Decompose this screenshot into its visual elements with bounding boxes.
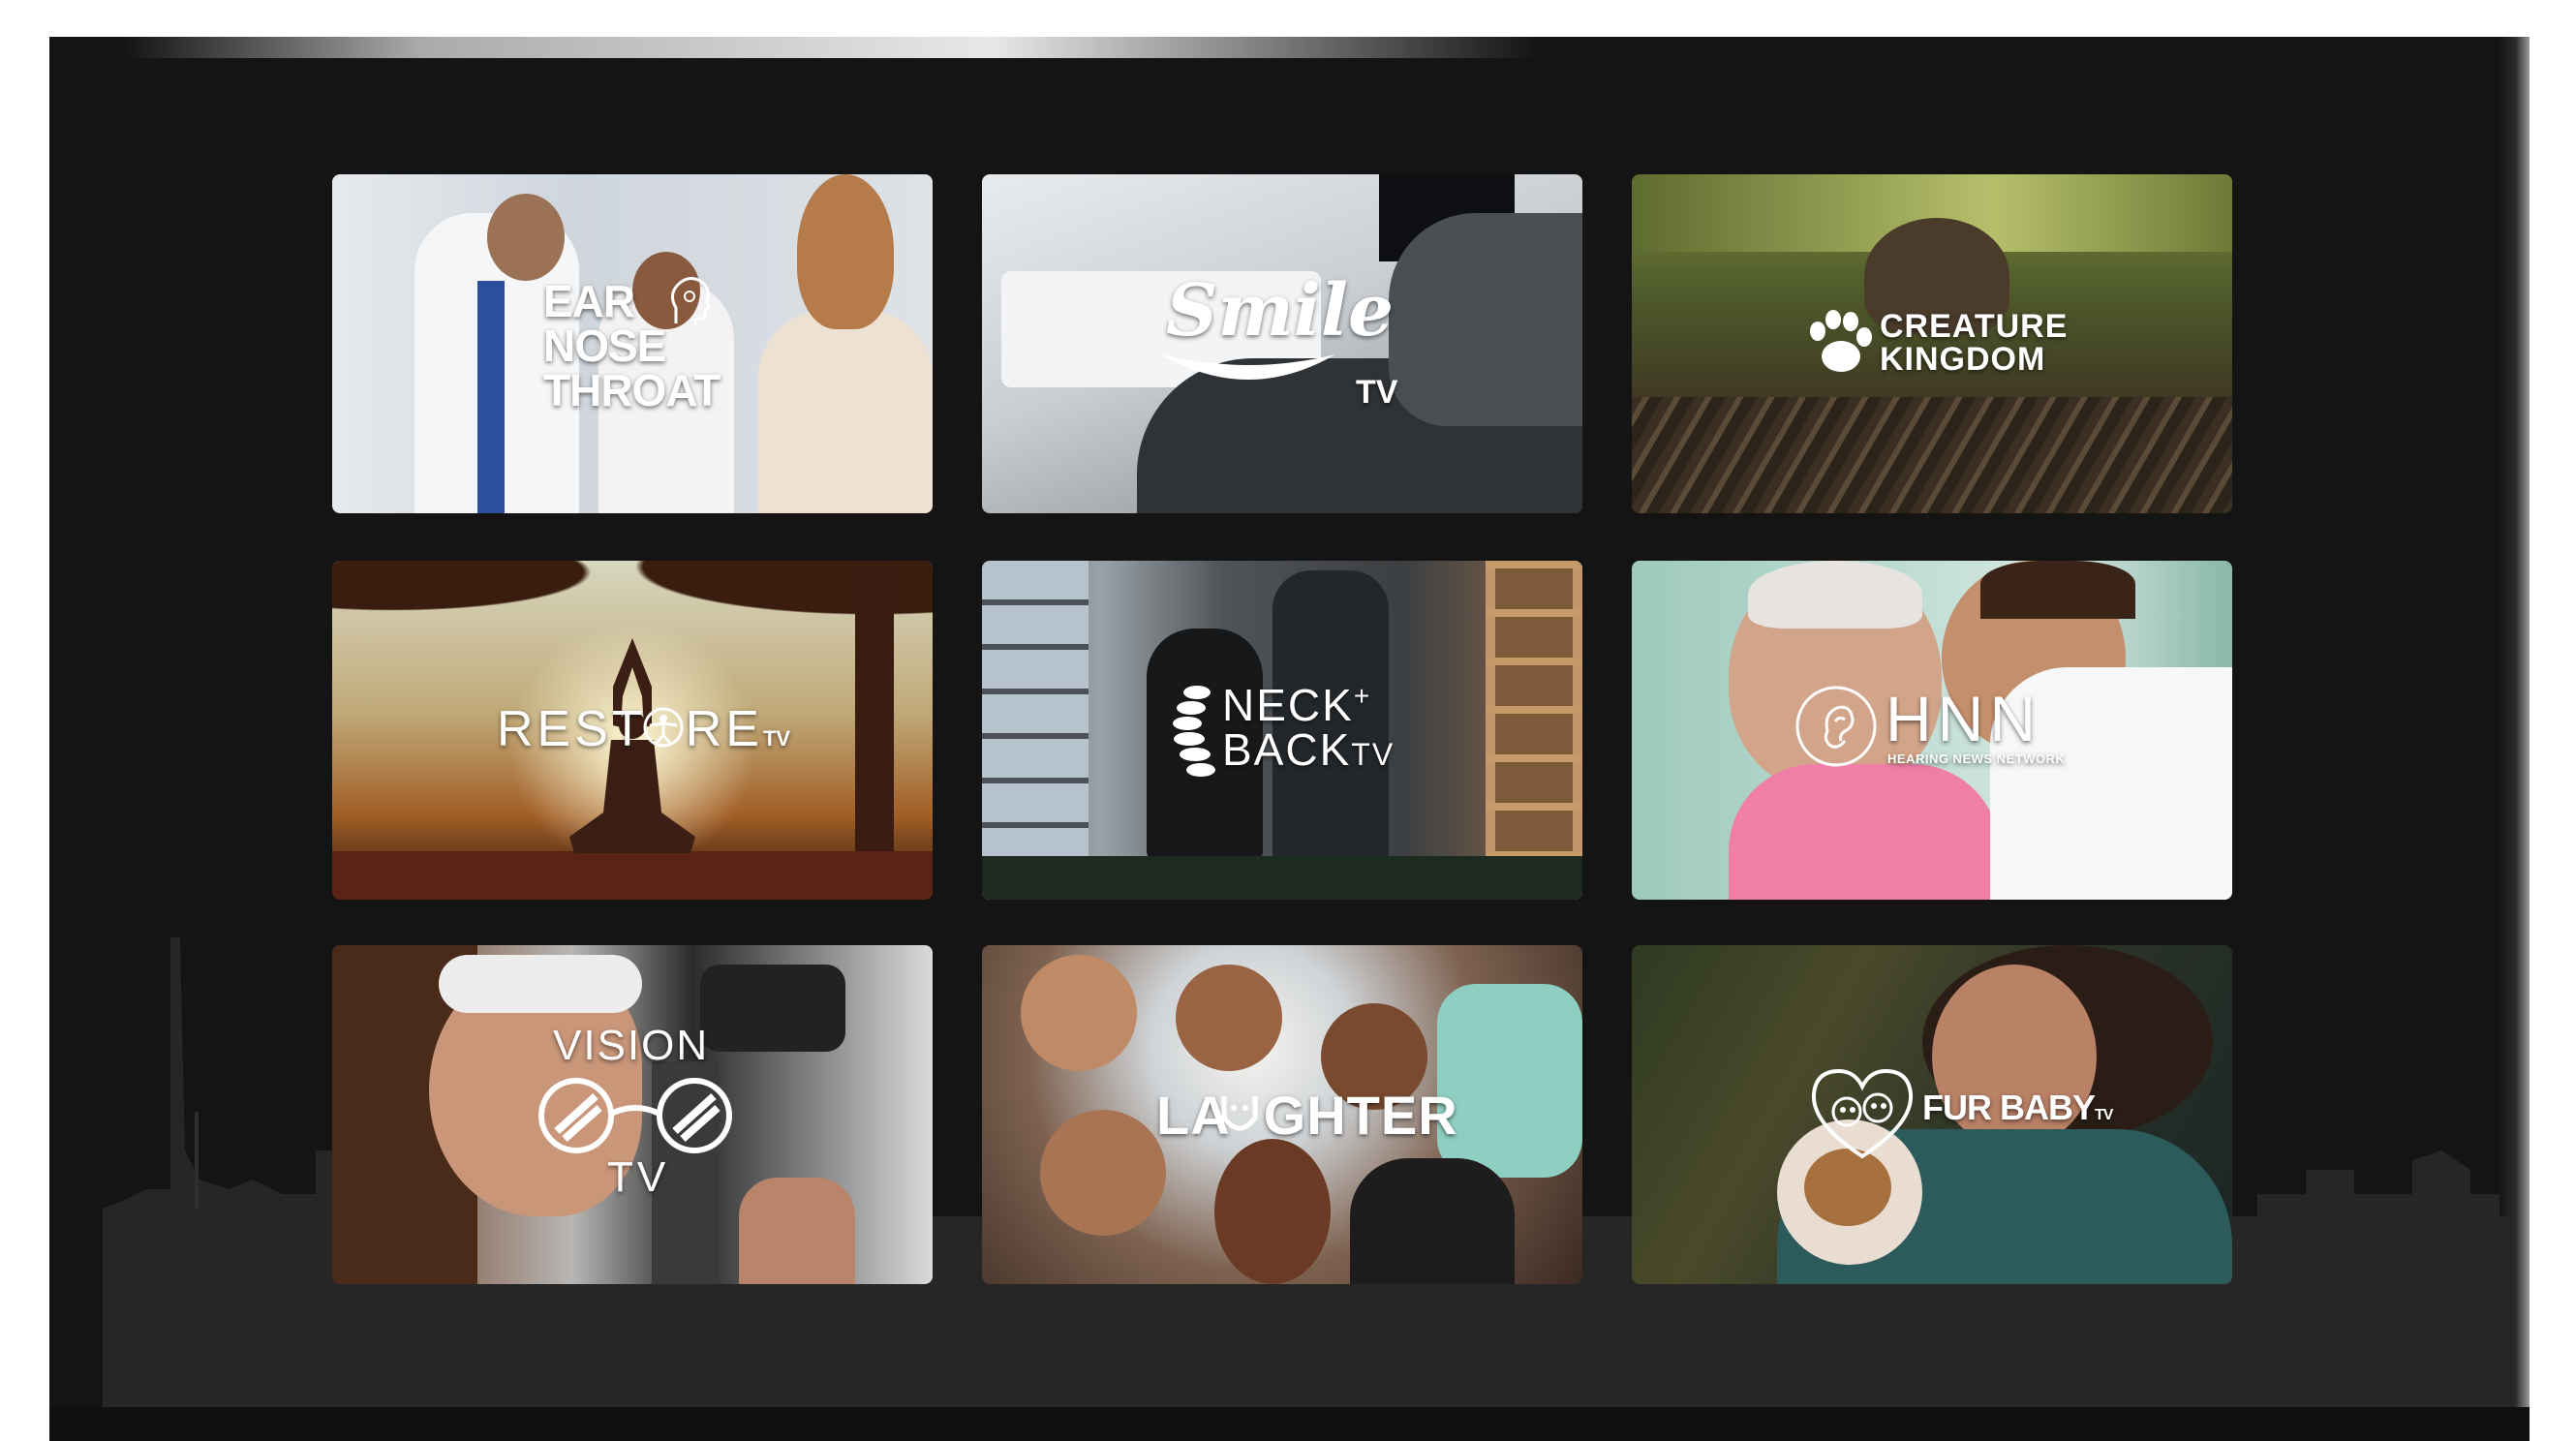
channel-tile-neck-back-tv[interactable]: NECK+ BACKTV — [982, 561, 1582, 900]
channel-logo-vision-tv: VISION — [553, 1022, 710, 1069]
channel-logo-neck-back-tv: NECK+ BACKTV — [1222, 680, 1395, 775]
channel-tile-laughter[interactable]: LA GHTER — [982, 945, 1582, 1284]
glasses-icon — [538, 1078, 732, 1153]
channel-tile-restore-tv[interactable]: REST RETV — [332, 561, 933, 900]
channel-tile-vision-tv[interactable]: VISION TV — [332, 945, 933, 1284]
ear-icon — [1795, 686, 1877, 767]
tv-screen: EAR NOSE THROAT Smile TV CREATURE KINGDO… — [49, 37, 2530, 1441]
channel-tile-fur-baby-tv[interactable]: FUR BABYTV — [1632, 945, 2232, 1284]
channel-logo-suffix: TV — [1356, 374, 1398, 411]
heart-pets-icon — [1811, 1068, 1914, 1159]
channel-tile-hnn[interactable]: HNN HEARING NEWS NETWORK — [1632, 561, 2232, 900]
channel-logo-subtitle: HEARING NEWS NETWORK — [1887, 751, 2066, 766]
channel-tile-smile-tv[interactable]: Smile TV — [982, 174, 1582, 513]
channel-logo-suffix: TV — [607, 1153, 670, 1201]
paw-print-icon — [1810, 310, 1872, 372]
channel-logo-hnn: HNN — [1886, 683, 2041, 754]
smiley-face-icon — [1221, 1096, 1258, 1131]
screen-reflection — [49, 37, 2530, 58]
person-in-circle-icon — [643, 707, 684, 748]
channel-tile-creature-kingdom[interactable]: CREATURE KINGDOM — [1632, 174, 2232, 513]
channel-logo-creature-kingdom: CREATURE KINGDOM — [1880, 308, 2069, 378]
channel-logo-fur-baby-tv: FUR BABYTV — [1922, 1088, 2113, 1127]
channel-tile-ear-nose-throat[interactable]: EAR NOSE THROAT — [332, 174, 933, 513]
head-profile-icon — [671, 277, 711, 325]
smile-curve-icon — [1161, 354, 1335, 380]
spine-icon — [1173, 686, 1215, 777]
channel-logo-laughter: LA GHTER — [1156, 1085, 1458, 1146]
channel-logo-smile-tv: Smile — [1166, 269, 1395, 353]
